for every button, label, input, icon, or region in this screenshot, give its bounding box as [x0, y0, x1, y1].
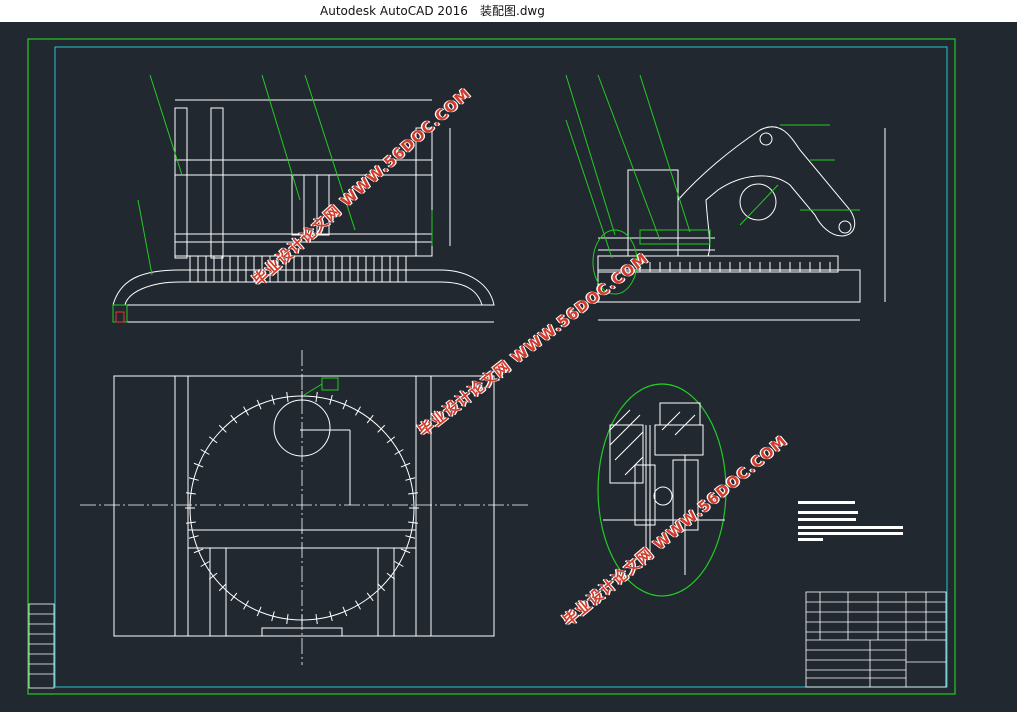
circle-tick: [355, 406, 361, 416]
circle-tick: [200, 449, 210, 455]
front-view-leaders: [112, 74, 433, 323]
circle-tick: [342, 606, 348, 617]
revision-table: [28, 603, 55, 689]
circle-tick: [400, 548, 411, 554]
circle-tick: [193, 548, 204, 554]
circle-tick: [243, 406, 249, 416]
circle-tick: [366, 592, 374, 602]
circle-tick: [394, 449, 404, 455]
circle-tick: [256, 606, 262, 617]
circle-tick: [230, 414, 238, 424]
title-block: [805, 591, 947, 688]
drawing-canvas[interactable]: 毕业设计论文网 WWW.56DOC.COM 毕业设计论文网 WWW.56DOC.…: [0, 22, 1017, 708]
circle-tick: [185, 521, 196, 524]
circle-tick: [408, 521, 419, 524]
side-view-leaders: [565, 74, 860, 295]
red-marker: [115, 311, 125, 323]
circle-tick: [286, 614, 289, 625]
circle-tick: [200, 561, 210, 567]
circle-tick: [386, 436, 396, 444]
circle-tick: [185, 492, 196, 495]
circle-tick: [243, 600, 249, 610]
circle-tick: [193, 462, 204, 468]
document-title: 装配图.dwg: [480, 4, 545, 18]
circle-tick: [400, 462, 411, 468]
circle-tick: [394, 561, 404, 567]
front-view: [112, 99, 495, 323]
technical-notes: [798, 501, 903, 541]
circle-tick: [408, 492, 419, 495]
circle-tick: [286, 391, 289, 402]
circle-tick: [315, 391, 318, 402]
top-view-leaders: [303, 377, 339, 396]
window-titlebar: Autodesk AutoCAD 2016 装配图.dwg: [0, 0, 1017, 22]
circle-tick: [315, 614, 318, 625]
app-title: Autodesk AutoCAD 2016: [320, 4, 468, 18]
circle-tick: [208, 436, 218, 444]
circle-tick: [256, 399, 262, 410]
circle-tick: [342, 399, 348, 410]
circle-tick: [230, 592, 238, 602]
circle-tick: [355, 600, 361, 610]
circle-tick: [366, 414, 374, 424]
